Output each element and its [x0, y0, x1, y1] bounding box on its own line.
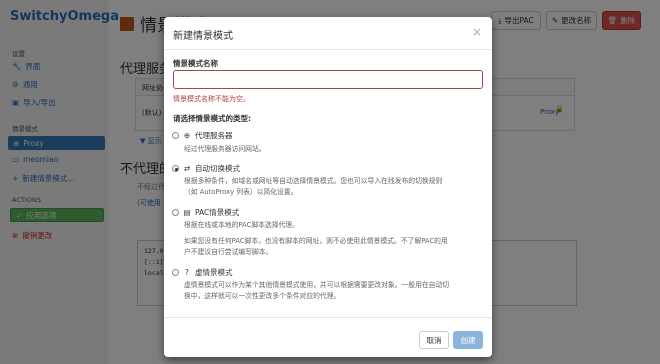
- option-proxy-server[interactable]: ⊕ 代理服务器: [172, 130, 233, 141]
- desc-line: 换中，这样就可以一次性更改多个条件对应的代理。: [184, 292, 341, 300]
- option-label: 代理服务器: [195, 131, 233, 140]
- dialog-footer: 取消 创建: [164, 317, 492, 357]
- name-error-message: 情景模式名称不能为空。: [173, 95, 250, 103]
- option-description: 根据在线或本地的PAC脚本选择代理。 如果您没有任何PAC脚本，也没有脚本的网址…: [184, 220, 484, 258]
- option-switch-profile[interactable]: ⇄ 自动切换模式: [172, 163, 240, 174]
- desc-line: （如 AutoProxy 列表）以简化设置。: [184, 188, 298, 196]
- profile-name-label: 情景模式名称: [173, 59, 218, 68]
- globe-icon: ⊕: [183, 131, 191, 140]
- desc-line: 根据多种条件，如域名或网址等自动选择情景模式。您也可以导入在线发布的切换规则: [184, 177, 443, 185]
- cancel-button[interactable]: 取消: [419, 331, 449, 349]
- option-description: 根据多种条件，如域名或网址等自动选择情景模式。您也可以导入在线发布的切换规则 （…: [184, 176, 484, 198]
- option-label: PAC情景模式: [195, 208, 240, 217]
- option-label: 虚情景模式: [195, 268, 233, 277]
- option-description: 虚情景模式可以作为某个其他情景模式使用，并可以根据需要更改对象。一般用在自动切 …: [184, 280, 484, 302]
- dialog-title: 新建情景模式: [173, 31, 233, 42]
- profile-name-input[interactable]: [173, 70, 483, 89]
- radio-switch-profile[interactable]: [172, 165, 179, 172]
- desc-line: 虚情景模式可以作为某个其他情景模式使用，并可以根据需要更改对象。一般用在自动切: [184, 281, 450, 289]
- desc-line: 户不建议自行尝试编写脚本。: [184, 248, 273, 256]
- option-description: 经过代理服务器访问网站。: [184, 144, 484, 155]
- radio-proxy-server[interactable]: [172, 132, 179, 139]
- desc-line: 经过代理服务器访问网站。: [184, 145, 266, 153]
- desc-line: 根据在线或本地的PAC脚本选择代理。: [184, 221, 299, 229]
- option-label: 自动切换模式: [195, 164, 240, 173]
- new-profile-dialog: 新建情景模式 × 情景模式名称 情景模式名称不能为空。 请选择情景模式的类型: …: [164, 17, 492, 357]
- desc-line: 如果您没有任何PAC脚本，也没有脚本的网址，则不必使用此情景模式。不了解PAC的…: [184, 237, 448, 245]
- dialog-header: 新建情景模式 ×: [164, 17, 492, 50]
- close-icon[interactable]: ×: [472, 25, 482, 39]
- radio-pac-profile[interactable]: [172, 209, 179, 216]
- question-circle-icon: ?: [185, 268, 189, 277]
- option-virtual-profile[interactable]: ? 虚情景模式: [172, 267, 233, 278]
- create-button[interactable]: 创建: [453, 331, 483, 349]
- retweet-icon: ⇄: [183, 164, 191, 173]
- radio-virtual-profile[interactable]: [172, 269, 179, 276]
- profile-type-prompt: 请选择情景模式的类型:: [173, 114, 251, 123]
- option-pac-profile[interactable]: ▤ PAC情景模式: [172, 207, 239, 218]
- file-icon: ▤: [183, 208, 191, 217]
